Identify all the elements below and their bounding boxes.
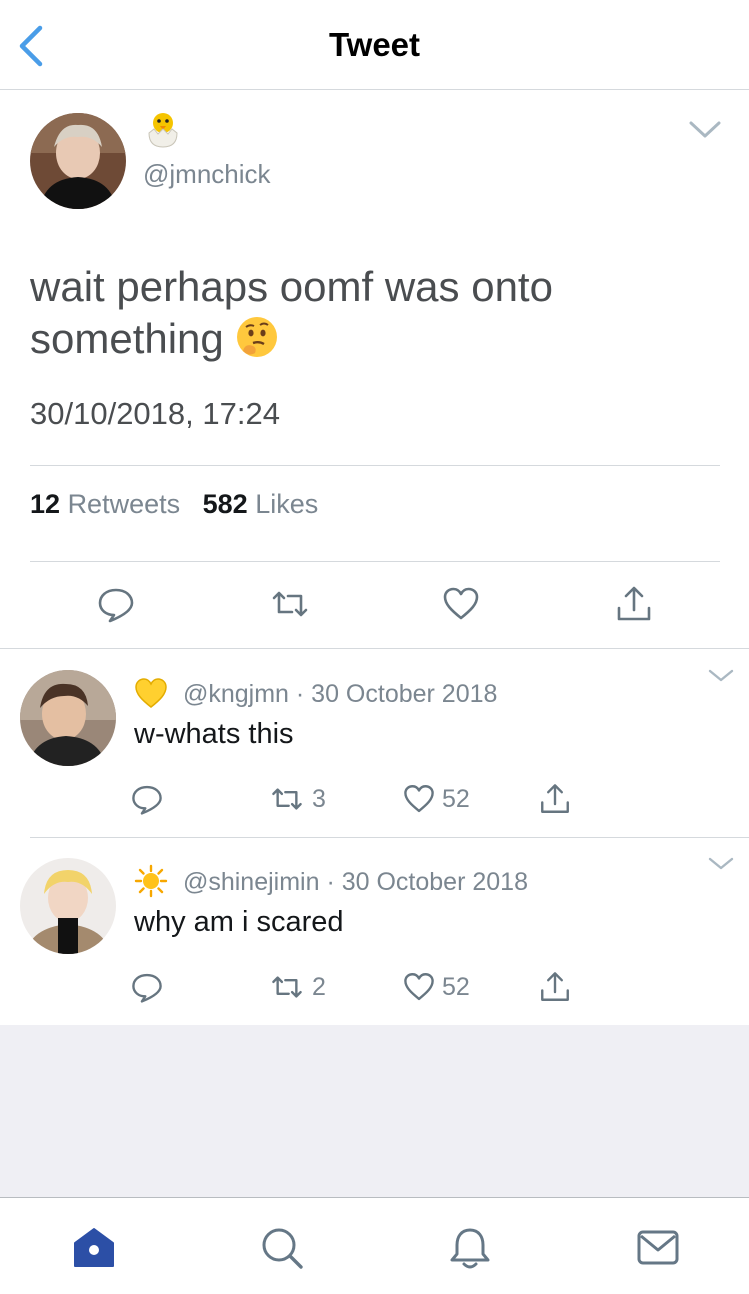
like-button[interactable]: 52	[402, 782, 470, 816]
reply-text: why am i scared	[134, 906, 344, 938]
retweet-count: 2	[312, 972, 326, 1001]
reply-handle[interactable]: @shinejimin	[183, 868, 320, 896]
like-button[interactable]: 52	[402, 970, 470, 1004]
messages-envelope-icon[interactable]	[636, 1226, 680, 1270]
reply-icon[interactable]	[96, 584, 136, 624]
share-icon	[541, 972, 569, 1001]
retweet-icon[interactable]	[270, 584, 310, 624]
user-handle[interactable]: @jmnchick	[143, 159, 271, 190]
likes-count[interactable]: 582	[203, 489, 248, 519]
reply-button[interactable]	[130, 970, 164, 1004]
retweets-label[interactable]: Retweets	[68, 489, 181, 519]
avatar[interactable]	[20, 670, 116, 766]
chevron-down-icon[interactable]	[707, 668, 735, 684]
like-heart-icon[interactable]	[441, 584, 481, 624]
reply-tweet[interactable]: @kngjmn · 30 October 2018 w-whats this 3…	[0, 650, 749, 837]
share-icon[interactable]	[614, 584, 654, 624]
retweet-count: 3	[312, 784, 326, 813]
like-count: 52	[442, 784, 470, 813]
empty-background	[0, 1025, 749, 1197]
hatching-chick-icon	[148, 113, 178, 148]
home-icon[interactable]	[72, 1226, 116, 1270]
retweet-button[interactable]: 2	[268, 970, 326, 1004]
divider	[30, 465, 720, 466]
avatar[interactable]	[30, 113, 126, 209]
tweet-timestamp: 30/10/2018, 17:24	[30, 396, 280, 431]
notifications-bell-icon[interactable]	[448, 1226, 492, 1270]
page-title: Tweet	[328, 26, 421, 63]
reply-icon	[132, 973, 162, 1003]
avatar[interactable]	[20, 858, 116, 954]
share-button[interactable]	[538, 782, 572, 816]
separator-dot: ·	[326, 868, 342, 896]
reply-date: 30 October 2018	[341, 868, 528, 896]
sun-icon	[134, 864, 168, 898]
navigation-bar: Tweet	[0, 0, 749, 90]
divider	[30, 561, 720, 562]
likes-label[interactable]: Likes	[255, 489, 318, 519]
reply-handle[interactable]: @kngjmn	[183, 680, 289, 708]
search-icon[interactable]	[260, 1226, 304, 1270]
reply-button[interactable]	[130, 782, 164, 816]
reply-meta: @shinejimin · 30 October 2018	[134, 864, 528, 898]
tweet-stats: 12 Retweets 582 Likes	[30, 489, 318, 520]
tweet-text: wait perhaps oomf was onto something	[30, 261, 710, 365]
reply-text: w-whats this	[134, 718, 294, 750]
reply-meta: @kngjmn · 30 October 2018	[134, 676, 497, 710]
thinking-face-icon	[237, 317, 278, 357]
chevron-down-icon[interactable]	[688, 119, 722, 141]
reply-date: 30 October 2018	[311, 680, 498, 708]
tab-bar	[0, 1197, 749, 1294]
retweets-count[interactable]: 12	[30, 489, 60, 519]
retweet-icon	[272, 976, 302, 998]
reply-icon	[132, 785, 162, 815]
like-heart-icon	[404, 973, 434, 1001]
tweet-text-content: wait perhaps oomf was onto something	[30, 263, 553, 362]
chevron-down-icon[interactable]	[707, 856, 735, 872]
share-button[interactable]	[538, 970, 572, 1004]
main-tweet: @jmnchick wait perhaps oomf was onto som…	[0, 91, 749, 649]
like-count: 52	[442, 972, 470, 1001]
retweet-button[interactable]: 3	[268, 782, 326, 816]
yellow-heart-icon	[135, 678, 167, 708]
separator-dot: ·	[295, 680, 312, 708]
share-icon	[541, 784, 569, 813]
like-heart-icon	[404, 785, 434, 813]
retweet-icon	[272, 788, 302, 810]
reply-tweet[interactable]: @shinejimin · 30 October 2018 why am i s…	[0, 838, 749, 1024]
